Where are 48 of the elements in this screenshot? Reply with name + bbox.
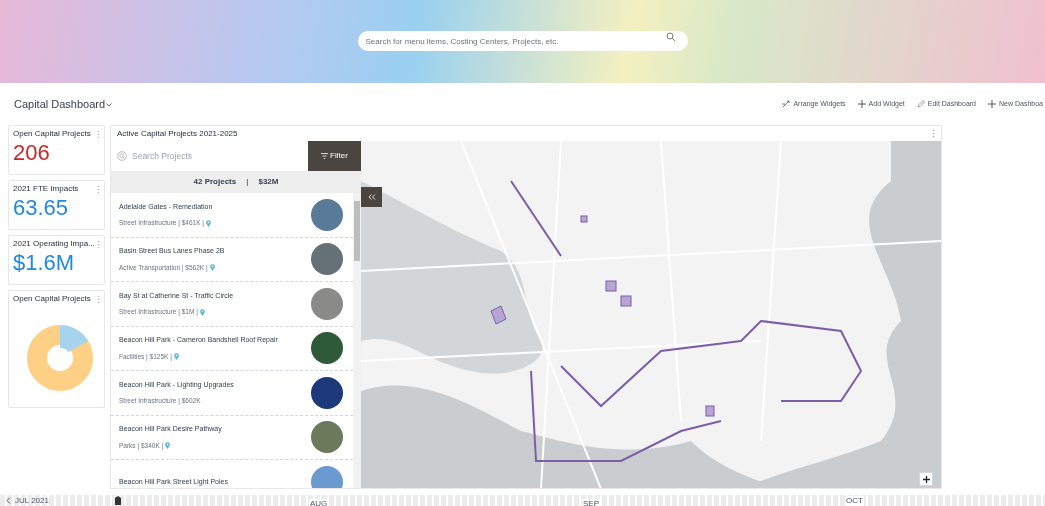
kpi-value: 206	[13, 140, 51, 166]
caret-icon[interactable]	[106, 103, 113, 107]
search-field[interactable]: Search Projects	[111, 141, 308, 171]
dashboard-title[interactable]: Capital Dashboard	[14, 95, 106, 113]
double-chevron-icon	[367, 194, 376, 200]
kpi-value: $1.6M	[13, 250, 76, 276]
scrollbar[interactable]	[353, 193, 361, 488]
project-count: 42 Projects	[193, 176, 237, 188]
search-icon	[665, 31, 676, 42]
photo-placeholder	[311, 198, 343, 231]
photo-placeholder	[311, 332, 343, 365]
card-title: Open Capital Projects	[13, 293, 91, 305]
donut-chart-drawing	[27, 325, 93, 391]
chevron-left-icon[interactable]	[6, 497, 11, 504]
timeline-handle-icon[interactable]	[115, 496, 121, 505]
timeline[interactable]: JUL 2021 AUG SEP OCT	[0, 495, 1045, 506]
search-field[interactable]: Search for menu items, Costing Centers, Projects, etc.	[357, 31, 688, 51]
location-pin-icon[interactable]	[206, 219, 212, 227]
photo-placeholder	[311, 465, 343, 488]
photo-placeholder	[311, 243, 343, 276]
filter-button[interactable]: Filter	[308, 141, 361, 171]
separator: |	[246, 176, 249, 188]
photo-placeholder	[311, 421, 343, 454]
timeline-label: JUL 2021	[15, 495, 50, 506]
plus-icon	[857, 100, 866, 108]
project-total: $32M	[258, 176, 279, 188]
timeline-label: AUG	[309, 498, 329, 506]
search-icon	[117, 151, 127, 161]
timeline-label: SEP	[582, 498, 600, 506]
kpi-value: 63.65	[13, 195, 70, 221]
location-pin-icon[interactable]	[165, 442, 171, 449]
plus-icon	[922, 475, 930, 483]
photo-placeholder	[311, 287, 343, 320]
location-pin-icon[interactable]	[209, 264, 215, 271]
kpi-title: 2021 FTE Impacts	[13, 183, 79, 195]
collapse-button[interactable]	[361, 187, 382, 207]
location-pin-icon[interactable]	[173, 353, 179, 360]
kpi-title: 2021 Operating Impa...	[13, 238, 95, 250]
panel-title: Active Capital Projects 2021-2025	[117, 127, 238, 140]
filter-icon	[321, 153, 329, 159]
timeline-label: OCT	[845, 495, 864, 506]
pencil-icon	[916, 100, 925, 108]
photo-placeholder	[311, 376, 343, 409]
location-pin-icon[interactable]	[199, 308, 205, 316]
zoom-in-button[interactable]	[919, 472, 933, 486]
kpi-title: Open Capital Projects	[13, 128, 91, 140]
plus-icon	[988, 100, 997, 108]
arrange-icon	[782, 100, 791, 108]
